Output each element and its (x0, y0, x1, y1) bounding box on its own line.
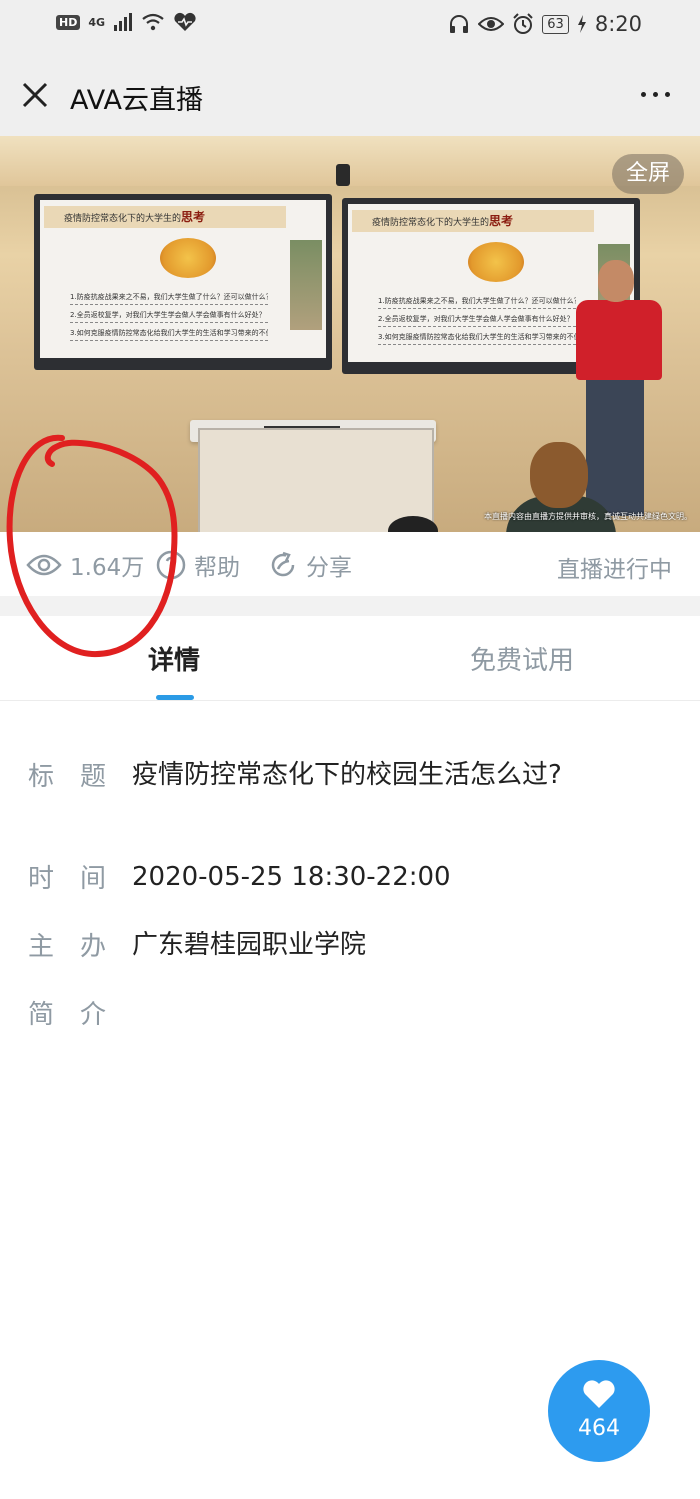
battery-indicator: 63 (542, 14, 569, 34)
slide-line: 3.如何克服疫情防控常态化给我们大学生的生活和学习带来的不便？ (70, 328, 268, 341)
dot-icon (653, 92, 658, 97)
detail-label: 主办 (28, 932, 109, 962)
slide-line: 1.防疫抗疫战果来之不易，我们大学生做了什么？还可以做什么？ (70, 292, 268, 305)
status-right: 63 8:20 (448, 12, 642, 36)
live-status: 直播进行中 (557, 557, 672, 583)
tab-detail[interactable]: 详情 (148, 640, 200, 677)
slide-photo (290, 240, 322, 330)
fullscreen-button[interactable]: 全屏 (611, 154, 684, 194)
like-count: 464 (578, 1416, 620, 1441)
help-icon (156, 550, 186, 580)
detail-row-title: 标题 疫情防控常态化下的校园生活怎么过? (28, 756, 582, 794)
section-divider (0, 596, 700, 616)
detail-label: 标题 (28, 762, 109, 792)
network-label: 4G (88, 15, 106, 29)
slide-pie-graphic (468, 242, 525, 282)
help-button[interactable]: 帮助 (156, 548, 240, 582)
share-label: 分享 (306, 555, 352, 581)
stats-bar: 1.64万 帮助 分享 直播进行中 (0, 532, 700, 596)
status-left: HD 4G (56, 12, 197, 32)
room-camera (336, 164, 350, 186)
slide-pie-graphic (160, 238, 217, 278)
presenter-body (576, 300, 662, 380)
detail-label: 简介 (28, 1000, 109, 1030)
video-player[interactable]: 疫情防控常态化下的大学生的思考 1.防疫抗疫战果来之不易，我们大学生做了什么？还… (0, 136, 700, 532)
eye-icon (26, 554, 62, 576)
active-tab-indicator (156, 695, 194, 700)
share-icon (271, 551, 295, 577)
view-count-value: 1.64万 (70, 555, 145, 581)
left-display: 疫情防控常态化下的大学生的思考 1.防疫抗疫战果来之不易，我们大学生做了什么？还… (34, 194, 332, 370)
heart-icon (583, 1380, 615, 1408)
help-label: 帮助 (194, 555, 240, 581)
slide-line: 1.防疫抗疫战果来之不易，我们大学生做了什么？还可以做什么？ (378, 296, 576, 309)
detail-intro-value (132, 994, 582, 1031)
detail-row-host: 主办 广东碧桂园职业学院 (28, 926, 582, 964)
headphones-icon (450, 15, 469, 33)
dot-icon (665, 92, 670, 97)
eye-comfort-icon (478, 17, 505, 31)
slide: 疫情防控常态化下的大学生的思考 1.防疫抗疫战果来之不易，我们大学生做了什么？还… (40, 200, 326, 358)
clock: 8:20 (594, 12, 642, 36)
signal-icon (114, 13, 133, 31)
more-options-button[interactable] (641, 92, 670, 97)
slide-line: 3.如何克服疫情防控常态化给我们大学生的生活和学习带来的不便？ (378, 332, 576, 345)
slide-line: 2.全员返校复学，对我们大学生学会做人学会做事有什么好处？ (70, 310, 268, 323)
detail-label: 时间 (28, 864, 109, 894)
dot-icon (641, 92, 646, 97)
wifi-icon (142, 13, 164, 31)
slide-title: 疫情防控常态化下的大学生的思考 (352, 210, 594, 232)
hd-badge: HD (56, 14, 81, 30)
tab-bar: 详情 免费试用 (0, 616, 700, 701)
audience-head (530, 442, 588, 508)
close-button[interactable] (18, 78, 52, 112)
slide-title-prefix: 疫情防控常态化下的大学生的 (372, 218, 490, 228)
presenter-head (598, 260, 634, 302)
detail-host-value: 广东碧桂园职业学院 (132, 930, 367, 960)
charging-icon (577, 15, 586, 33)
share-button[interactable]: 分享 (268, 548, 352, 582)
detail-time-value: 2020-05-25 18:30-22:00 (132, 862, 451, 892)
presenter-legs (586, 376, 644, 516)
slide-title-prefix: 疫情防控常态化下的大学生的 (64, 214, 182, 224)
tab-free-trial[interactable]: 免费试用 (470, 640, 574, 677)
video-caption: 本直播内容由直播方提供并审核，真诚互动共建绿色文明。 (484, 512, 692, 521)
podium (198, 428, 434, 532)
like-button[interactable]: 464 (548, 1360, 650, 1462)
title-bar: AVA云直播 (0, 52, 700, 136)
detail-row-time: 时间 2020-05-25 18:30-22:00 (28, 858, 582, 896)
detail-title-value: 疫情防控常态化下的校园生活怎么过? (132, 760, 562, 790)
page-title: AVA云直播 (70, 85, 203, 116)
slide-title-emph: 思考 (489, 214, 514, 228)
health-heart-icon (174, 12, 196, 31)
slide-title: 疫情防控常态化下的大学生的思考 (44, 206, 286, 228)
detail-row-intro: 简介 (28, 994, 582, 1031)
view-count: 1.64万 (26, 548, 144, 582)
video-wall (0, 136, 700, 186)
slide-title-emph: 思考 (181, 210, 206, 224)
close-icon (22, 82, 48, 108)
slide-line: 2.全员返校复学，对我们大学生学会做人学会做事有什么好处？ (378, 314, 576, 327)
alarm-icon (513, 13, 533, 34)
status-bar: HD 4G 63 8:20 (0, 0, 700, 52)
